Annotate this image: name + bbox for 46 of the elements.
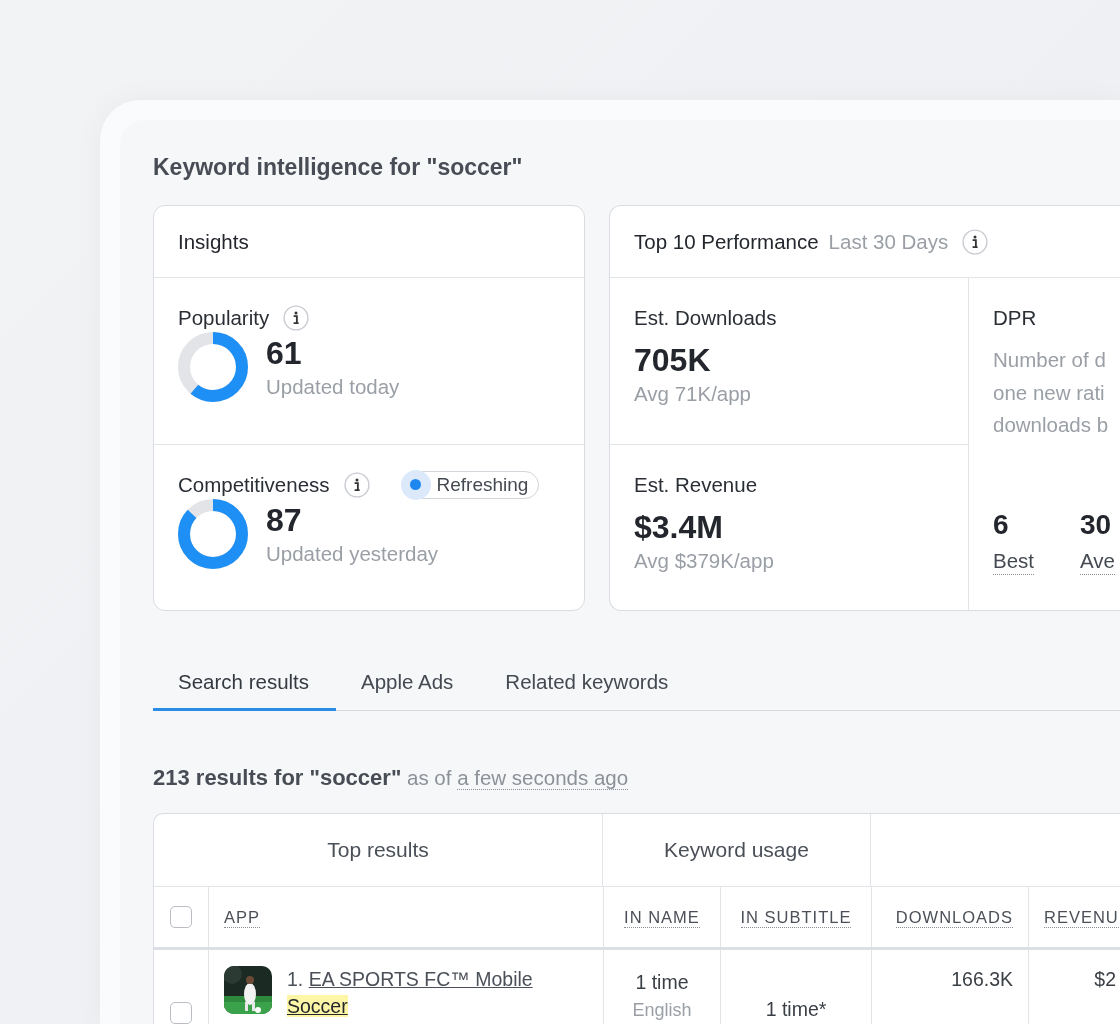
column-header[interactable]: IN NAME [624, 906, 700, 928]
results-summary: 213 results for "soccer" as of a few seconds ago [153, 764, 630, 792]
card-title: Top 10 Performance [634, 229, 819, 254]
metric-label: Competitiveness [178, 472, 330, 497]
column-header[interactable]: REVENU [1044, 906, 1119, 928]
metric-value: 87 [266, 500, 303, 540]
tab[interactable]: Search results [153, 655, 337, 711]
stat-average: Avg 71K/app [634, 381, 753, 407]
period-label: Last 30 Days [828, 229, 949, 254]
stat-label: DPR [993, 305, 1038, 331]
stat-value: 6 [993, 507, 1010, 542]
downloads-value: 166.3K [951, 967, 1013, 992]
stat-value: $3.4M [634, 507, 724, 547]
column-header[interactable]: IN SUBTITLE [740, 906, 852, 928]
app-link[interactable]: 1. EA SPORTS FC™ Mobile Soccer [287, 966, 537, 1020]
metric-value: 61 [266, 334, 303, 373]
group-header: Keyword usage [603, 814, 871, 886]
row-checkbox[interactable] [170, 1002, 192, 1024]
tab[interactable]: Related keywords [480, 655, 696, 711]
score-ring [178, 498, 248, 569]
column-header[interactable]: DOWNLOADS [895, 906, 1013, 928]
info-icon[interactable] [962, 228, 989, 255]
page-title: Keyword intelligence for "soccer" [153, 153, 524, 182]
select-all-checkbox[interactable] [170, 906, 192, 928]
card-title: Insights [178, 229, 249, 254]
stat-label: Best [993, 547, 1035, 575]
info-icon[interactable] [283, 305, 310, 331]
stat-label: Est. Revenue [634, 471, 759, 498]
updated-text: Updated today [266, 374, 400, 400]
group-header: Top results [154, 814, 603, 886]
stat-average: Avg $379K/app [634, 547, 775, 574]
stat-label: Ave [1080, 547, 1115, 575]
tab[interactable]: Apple Ads [336, 655, 481, 711]
score-ring [178, 332, 248, 402]
stat-label: Est. Downloads [634, 305, 778, 331]
usage-count: 1 time* [765, 997, 827, 1022]
usage-language: English [632, 999, 692, 1022]
dpr-description: Number of d one new rati downloads b [993, 347, 1110, 438]
metric-label: Popularity [178, 306, 270, 330]
column-header[interactable]: APP [224, 906, 261, 928]
stat-value: 30 [1080, 507, 1113, 542]
updated-text: Updated yesterday [266, 540, 439, 567]
info-icon[interactable] [343, 471, 370, 498]
usage-count: 1 time [635, 970, 689, 995]
stat-value: 705K [634, 341, 712, 380]
revenue-value: $2 [1094, 967, 1116, 992]
